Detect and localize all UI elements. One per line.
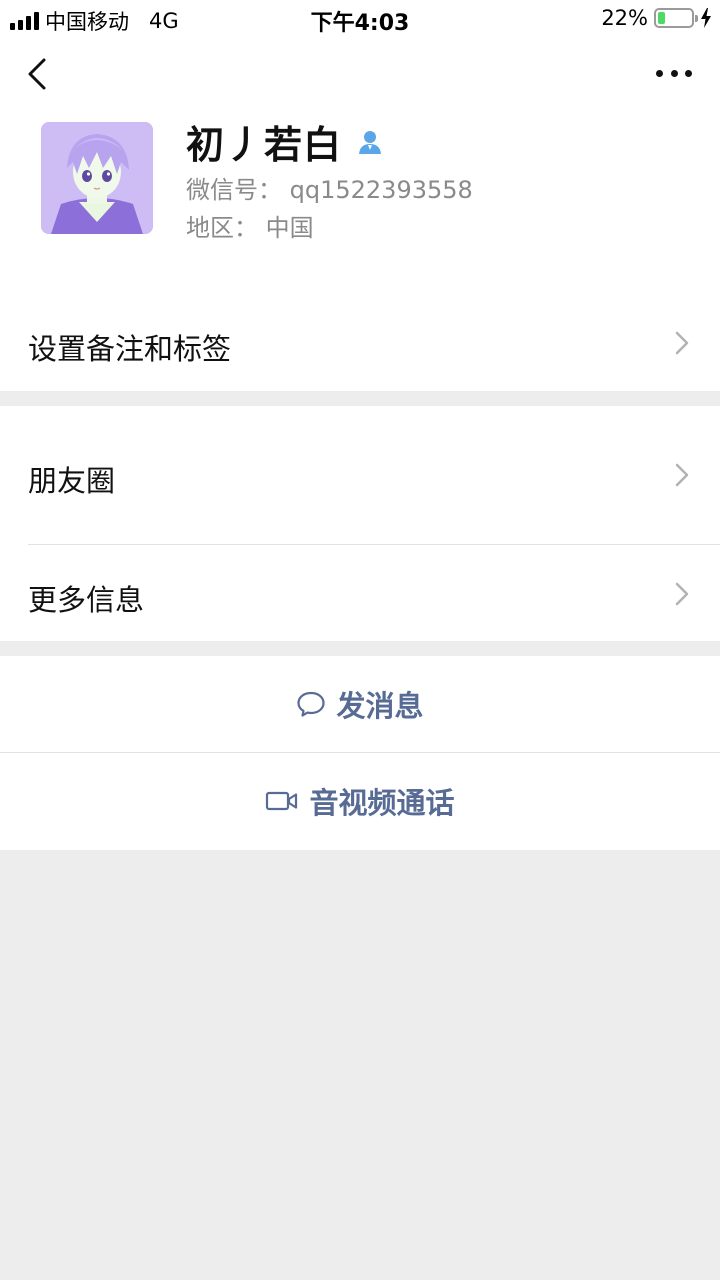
battery-icon — [654, 8, 698, 28]
remark-tags-label: 设置备注和标签 — [28, 332, 232, 366]
battery-fill — [658, 12, 665, 24]
moments-label: 朋友圈 — [28, 464, 116, 498]
chevron-right-icon — [675, 582, 689, 606]
profile-header: 初丿若白 微信号： qq1522393558 地区： 中国 设置备注和标签 — [0, 36, 720, 391]
status-bar: 中国移动 4G 下午4:03 22% — [0, 0, 720, 36]
moments-row[interactable]: 朋友圈 — [0, 406, 720, 544]
more-dots-icon[interactable] — [656, 66, 692, 80]
region: 地区： 中国 — [186, 214, 314, 242]
chevron-right-icon — [675, 331, 689, 355]
more-info-label: 更多信息 — [28, 583, 145, 617]
actions-group: 发消息 音视频通话 — [0, 656, 720, 850]
contact-profile-page: 中国移动 4G 下午4:03 22% 初丿若白 微信号： qq152239355… — [0, 0, 720, 1280]
battery-percent: 22% — [601, 6, 648, 30]
info-group: 朋友圈 更多信息 — [0, 406, 720, 641]
avatar-illustration — [41, 122, 153, 234]
avatar[interactable] — [41, 122, 153, 234]
video-camera-icon — [266, 791, 298, 811]
video-call-button[interactable]: 音视频通话 — [0, 753, 720, 849]
send-message-button[interactable]: 发消息 — [0, 656, 720, 752]
send-message-label: 发消息 — [336, 689, 424, 723]
chevron-left-icon[interactable] — [22, 54, 56, 94]
status-right: 22% — [601, 6, 712, 30]
video-call-label: 音视频通话 — [309, 786, 455, 820]
chevron-right-icon — [675, 463, 689, 487]
contact-name: 初丿若白 — [186, 123, 343, 167]
more-info-row[interactable]: 更多信息 — [0, 545, 720, 641]
chat-bubble-icon — [297, 691, 326, 717]
charging-bolt-icon — [701, 8, 711, 28]
name-row: 初丿若白 — [186, 114, 384, 169]
person-male-icon — [359, 130, 382, 154]
wechat-id: 微信号： qq1522393558 — [186, 176, 473, 204]
remark-tags-row[interactable]: 设置备注和标签 — [0, 294, 720, 391]
